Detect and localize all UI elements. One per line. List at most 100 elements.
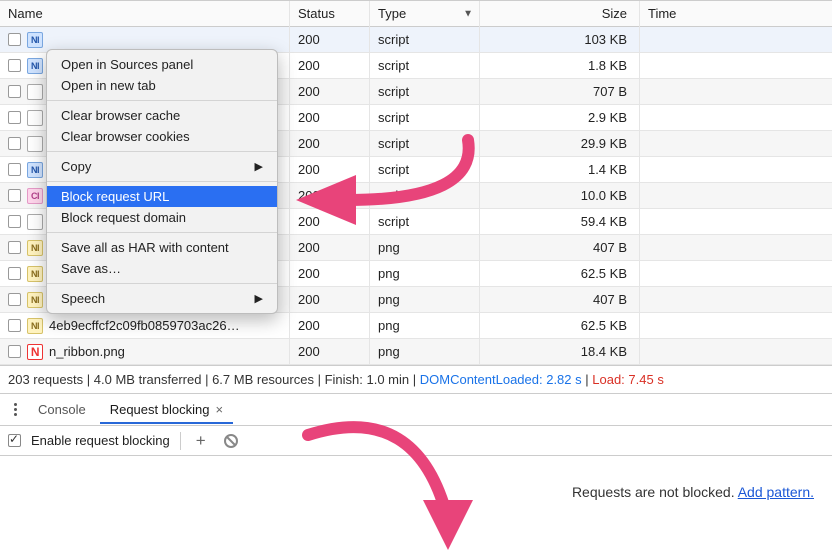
cell-status: 200	[290, 27, 370, 53]
file-type-icon	[27, 110, 43, 126]
blocking-empty-text: Requests are not blocked.	[572, 484, 735, 500]
cell-status: 200	[290, 313, 370, 339]
network-table-header: Name Status Type▼ Size Time	[0, 1, 832, 27]
row-checkbox[interactable]	[8, 293, 21, 306]
add-pattern-link[interactable]: Add pattern.	[738, 484, 814, 500]
column-header-name[interactable]: Name	[0, 1, 290, 27]
cell-type: script	[370, 79, 480, 105]
cell-size: 10.0 KB	[480, 183, 640, 209]
row-checkbox[interactable]	[8, 163, 21, 176]
ctx-save-har[interactable]: Save all as HAR with content	[47, 237, 277, 258]
cell-type: png	[370, 313, 480, 339]
ctx-clear-cache[interactable]: Clear browser cache	[47, 105, 277, 126]
cell-time	[640, 261, 832, 287]
file-type-icon	[27, 84, 43, 100]
cell-size: 29.9 KB	[480, 131, 640, 157]
row-checkbox[interactable]	[8, 345, 21, 358]
cell-time	[640, 313, 832, 339]
cell-size: 62.5 KB	[480, 313, 640, 339]
cell-type: png	[370, 339, 480, 365]
cell-type: script	[370, 209, 480, 235]
ctx-save-as[interactable]: Save as…	[47, 258, 277, 279]
ctx-open-new-tab[interactable]: Open in new tab	[47, 75, 277, 96]
tab-close-icon[interactable]: ×	[215, 402, 223, 417]
file-type-icon: NI	[27, 58, 43, 74]
file-type-icon: NI	[27, 266, 43, 282]
ctx-speech[interactable]: Speech ▶	[47, 288, 277, 309]
row-checkbox[interactable]	[8, 33, 21, 46]
file-type-icon	[27, 214, 43, 230]
file-name: n_ribbon.png	[49, 344, 125, 359]
file-type-icon: NI	[27, 240, 43, 256]
clear-patterns-button[interactable]	[221, 431, 241, 451]
blocking-body: Requests are not blocked. Add pattern.	[0, 456, 832, 510]
cell-status: 200	[290, 105, 370, 131]
ctx-speech-label: Speech	[61, 291, 105, 306]
cell-status: 200	[290, 131, 370, 157]
add-pattern-button[interactable]	[191, 431, 211, 451]
column-header-status[interactable]: Status	[290, 1, 370, 27]
row-checkbox[interactable]	[8, 189, 21, 202]
drawer-menu-icon[interactable]	[6, 403, 24, 416]
enable-blocking-checkbox[interactable]	[8, 434, 21, 447]
row-checkbox[interactable]	[8, 215, 21, 228]
status-requests: 203 requests	[8, 372, 83, 387]
tab-console[interactable]: Console	[28, 396, 96, 423]
file-name: 4eb9ecffcf2c09fb0859703ac26…	[49, 318, 240, 333]
cell-status: 200	[290, 235, 370, 261]
cell-type: png	[370, 287, 480, 313]
ctx-block-request-url[interactable]: Block request URL	[47, 186, 277, 207]
column-header-time[interactable]: Time	[640, 1, 832, 27]
cell-size: 59.4 KB	[480, 209, 640, 235]
cell-time	[640, 131, 832, 157]
cell-type: script	[370, 183, 480, 209]
row-checkbox[interactable]	[8, 85, 21, 98]
cell-time	[640, 183, 832, 209]
tab-request-blocking[interactable]: Request blocking ×	[100, 396, 233, 423]
cell-size: 18.4 KB	[480, 339, 640, 365]
cell-time	[640, 53, 832, 79]
cell-type: png	[370, 261, 480, 287]
cell-size: 1.4 KB	[480, 157, 640, 183]
cell-size: 62.5 KB	[480, 261, 640, 287]
clear-icon	[224, 434, 238, 448]
cell-size: 707 B	[480, 79, 640, 105]
table-row[interactable]: NI4eb9ecffcf2c09fb0859703ac26…200png62.5…	[0, 313, 832, 339]
ctx-open-sources[interactable]: Open in Sources panel	[47, 54, 277, 75]
status-transferred: 4.0 MB transferred	[94, 372, 202, 387]
row-checkbox[interactable]	[8, 241, 21, 254]
ctx-copy-label: Copy	[61, 159, 91, 174]
cell-status: 200	[290, 287, 370, 313]
network-status-bar: 203 requests | 4.0 MB transferred | 6.7 …	[0, 365, 832, 394]
row-checkbox[interactable]	[8, 137, 21, 150]
cell-type: script	[370, 131, 480, 157]
cell-time	[640, 339, 832, 365]
cell-status: 200	[290, 79, 370, 105]
cell-type: script	[370, 27, 480, 53]
status-load: Load: 7.45 s	[592, 372, 664, 387]
column-header-size[interactable]: Size	[480, 1, 640, 27]
ctx-clear-cookies[interactable]: Clear browser cookies	[47, 126, 277, 147]
cell-status: 200	[290, 183, 370, 209]
file-type-icon: NI	[27, 162, 43, 178]
row-checkbox[interactable]	[8, 59, 21, 72]
cell-size: 407 B	[480, 235, 640, 261]
blocking-toolbar: Enable request blocking	[0, 426, 832, 456]
cell-time	[640, 157, 832, 183]
row-checkbox[interactable]	[8, 111, 21, 124]
cell-time	[640, 27, 832, 53]
submenu-arrow-icon: ▶	[255, 292, 263, 305]
file-type-icon	[27, 136, 43, 152]
cell-type: png	[370, 235, 480, 261]
cell-name: NI4eb9ecffcf2c09fb0859703ac26…	[0, 313, 290, 339]
ctx-block-request-domain[interactable]: Block request domain	[47, 207, 277, 228]
column-header-type-label: Type	[378, 6, 406, 21]
table-row[interactable]: Nn_ribbon.png200png18.4 KB	[0, 339, 832, 365]
ctx-copy[interactable]: Copy▶	[47, 156, 277, 177]
context-menu: Open in Sources panel Open in new tab Cl…	[46, 49, 278, 314]
row-checkbox[interactable]	[8, 267, 21, 280]
cell-status: 200	[290, 261, 370, 287]
row-checkbox[interactable]	[8, 319, 21, 332]
cell-status: 200	[290, 53, 370, 79]
column-header-type[interactable]: Type▼	[370, 1, 480, 27]
